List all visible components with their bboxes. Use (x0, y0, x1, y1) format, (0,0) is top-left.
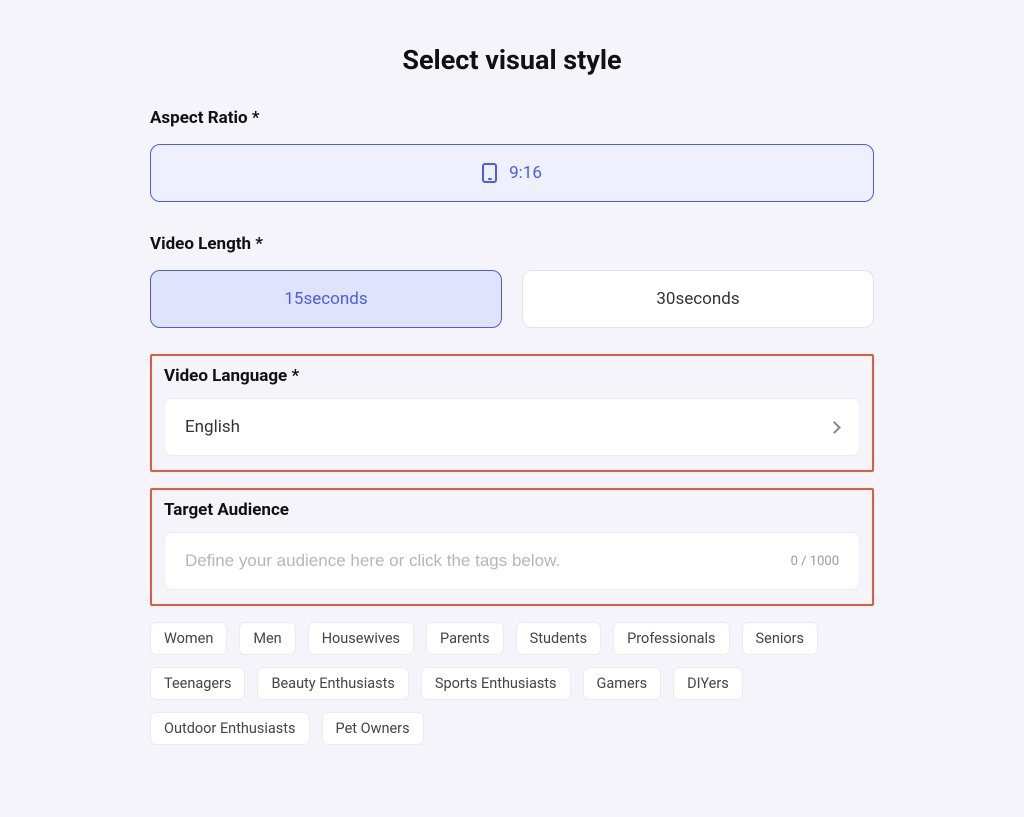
audience-tag[interactable]: Students (516, 622, 601, 655)
video-length-option-30s[interactable]: 30seconds (522, 270, 874, 328)
audience-tag[interactable]: Sports Enthusiasts (421, 667, 571, 700)
audience-tag[interactable]: Pet Owners (322, 712, 424, 745)
audience-tag[interactable]: DIYers (673, 667, 743, 700)
audience-tag[interactable]: Outdoor Enthusiasts (150, 712, 310, 745)
video-language-label: Video Language * (164, 366, 860, 386)
video-language-value: English (185, 417, 240, 437)
aspect-ratio-value: 9:16 (509, 163, 542, 183)
target-audience-label: Target Audience (164, 500, 860, 520)
target-audience-input-wrap: 0 / 1000 (164, 532, 860, 590)
video-language-section: Video Language * English (150, 354, 874, 472)
video-length-option-15s[interactable]: 15seconds (150, 270, 502, 328)
video-language-select[interactable]: English (164, 398, 860, 456)
audience-tag[interactable]: Seniors (742, 622, 819, 655)
phone-portrait-icon (482, 163, 497, 183)
page-title: Select visual style (150, 44, 874, 76)
aspect-ratio-label: Aspect Ratio * (150, 108, 874, 128)
video-length-label: Video Length * (150, 234, 874, 254)
audience-tag[interactable]: Gamers (583, 667, 662, 700)
audience-tag[interactable]: Teenagers (150, 667, 245, 700)
audience-tag[interactable]: Housewives (308, 622, 414, 655)
audience-tag[interactable]: Women (150, 622, 227, 655)
audience-tag[interactable]: Beauty Enthusiasts (257, 667, 408, 700)
audience-tag[interactable]: Professionals (613, 622, 729, 655)
chevron-right-icon (828, 421, 841, 434)
video-length-options: 15seconds 30seconds (150, 270, 874, 328)
audience-tags: Women Men Housewives Parents Students Profess… (150, 622, 874, 745)
character-counter: 0 / 1000 (791, 554, 839, 569)
aspect-ratio-option-9-16[interactable]: 9:16 (150, 144, 874, 202)
audience-tag[interactable]: Men (239, 622, 295, 655)
audience-tag[interactable]: Parents (426, 622, 504, 655)
target-audience-input[interactable] (185, 551, 779, 571)
target-audience-section: Target Audience 0 / 1000 (150, 488, 874, 606)
